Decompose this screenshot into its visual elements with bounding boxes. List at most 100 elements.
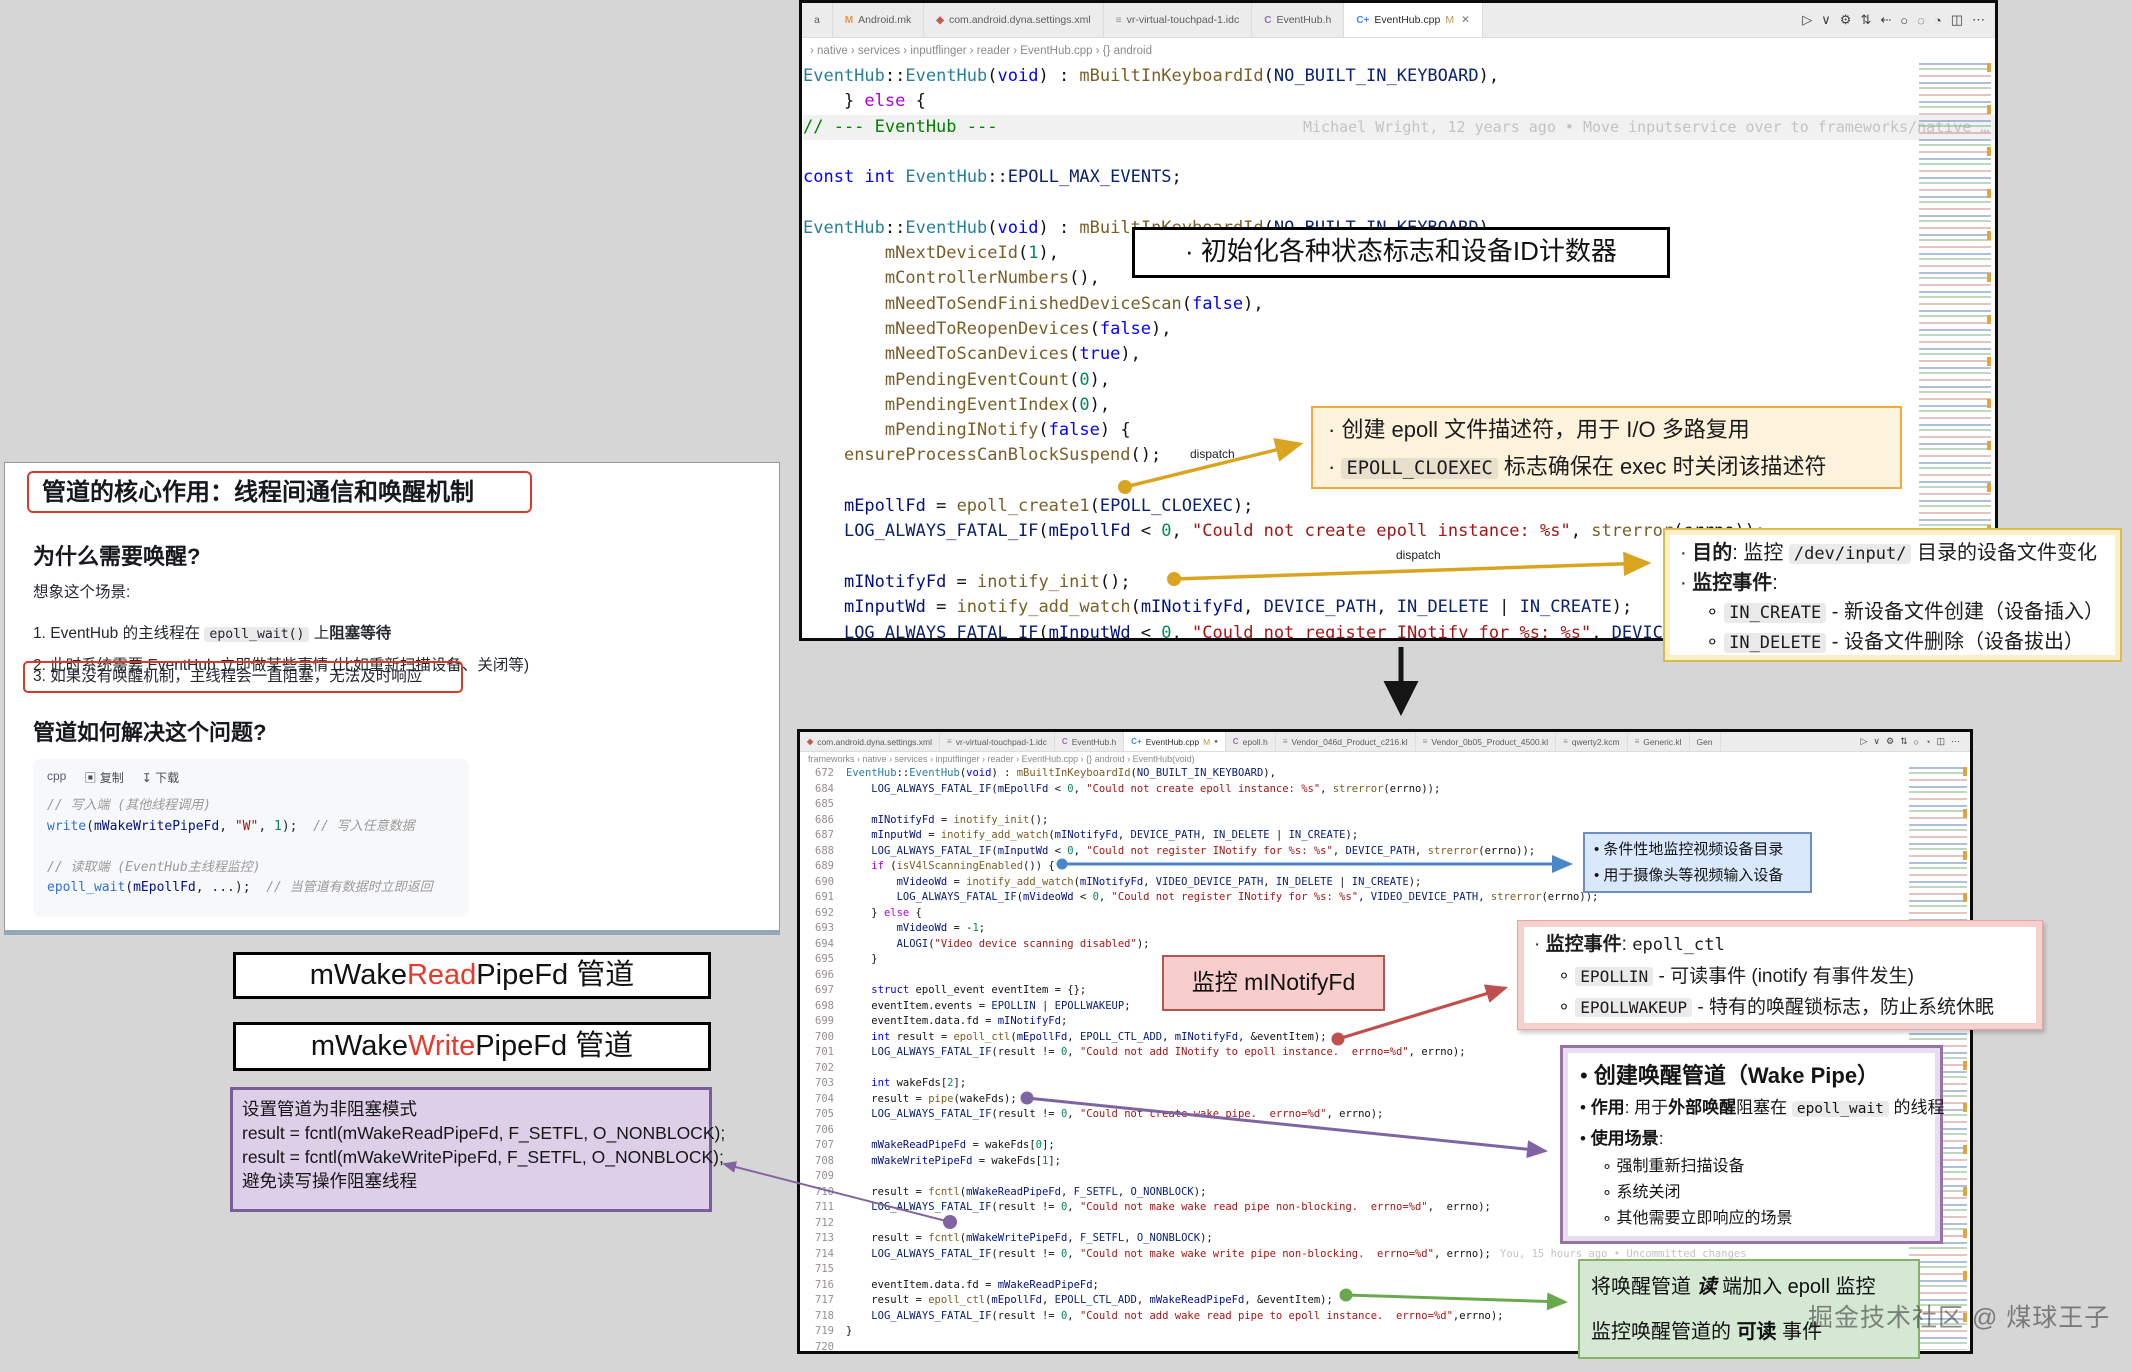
line-number: 687 [800,828,846,844]
line-number: 690 [800,875,846,891]
more-actions-icon[interactable]: ⋯ [1972,12,1985,28]
line-number: 696 [800,968,846,984]
wake-write-pipe-label: mWakeWritePipeFd 管道 [233,1022,711,1071]
tab-label: EventHub.h [1276,14,1331,26]
line-number: 704 [800,1092,846,1108]
callout-line: ∘ IN_CREATE - 新设备文件创建（设备插入） [1680,598,2105,628]
nonblocking-note-box: 设置管道为非阻塞模式 result = fcntl(mWakeReadPipeF… [230,1087,712,1212]
breadcrumb[interactable]: frameworks › native › services › inputfl… [800,752,1970,766]
callout-line: ∘ 强制重新扫描设备 [1580,1154,1923,1180]
file-type-icon: ≡ [1283,737,1288,746]
line-number: 700 [800,1030,846,1046]
tab-label: qwerty2.kcm [1572,737,1620,747]
callout-line: ∘ 系统关闭 [1580,1180,1923,1206]
file-type-icon: ≡ [1563,737,1568,746]
circle-icon[interactable]: ○ [1914,737,1919,747]
tab-a[interactable]: a [802,3,833,37]
line-number: 684 [800,782,846,798]
line-number: 715 [800,1262,846,1278]
code-line: mNeedToSendFinishedDeviceScan(false), [803,292,1995,317]
gear-icon[interactable]: ⚙ [1886,736,1894,747]
code-snippet-card: cpp ▣ 复制 ↧ 下载 // 写入端 (其他线程调用) write(mWak… [33,759,469,917]
code-line: 700 int result = epoll_ctl(mEpollFd, EPO… [800,1030,1970,1046]
bottom-editor-toolbar: ▷ ∨ ⚙ ⇅ ○ ◔ ◫ ⋯ [1850,732,1970,751]
wake-pipe-callout-box: • 创建唤醒管道（Wake Pipe） • 作用: 用于外部唤醒阻塞在 epol… [1560,1045,1943,1244]
run-icon[interactable]: ▷ [1860,736,1867,747]
top-editor-tabs: a MAndroid.mk◆com.android.dyna.settings.x… [802,3,1483,37]
source-control-icon[interactable]: ⇅ [1860,12,1871,28]
file-type-icon: ≡ [947,737,952,746]
file-type-icon: ≡ [1423,737,1428,746]
code-line: } else { [803,89,1995,114]
breadcrumb[interactable]: › native › services › inputflinger › rea… [802,38,1995,64]
callout-line: · 创建 epoll 文件描述符，用于 I/O 多路复用 [1328,411,1885,448]
gear-icon[interactable]: ⚙ [1840,12,1852,28]
bottom-editor-tabs: ◆com.android.dyna.settings.xml≡vr-virtua… [800,732,1721,751]
tab-label: a [814,14,820,26]
tab-Gen[interactable]: Gen [1690,732,1721,751]
tab-Android.mk[interactable]: MAndroid.mk [833,3,924,37]
tab-label: Android.mk [858,14,911,26]
tab-Generic.kl[interactable]: ≡Generic.kl [1628,732,1690,751]
circle-dim-icon[interactable]: ◌ [1917,13,1925,28]
close-icon[interactable]: ✕ [1461,14,1470,26]
notes-scene-label: 想象这个场景: [33,580,130,602]
git-blame-annotation: Michael Wright, 12 years ago • Move inpu… [1303,115,1989,140]
tab-com.android.dyna.settings.xml[interactable]: ◆com.android.dyna.settings.xml [924,3,1104,37]
video-monitor-callout-box: • 条件性地监控视频设备目录 • 用于摄像头等视频输入设备 [1583,832,1812,893]
file-type-icon: C [1264,15,1271,26]
line-number: 691 [800,890,846,906]
split-editor-icon[interactable]: ◫ [1951,12,1963,28]
tab-qwerty2.kcm[interactable]: ≡ qwerty2.kcm [1556,732,1627,751]
run-dropdown-icon[interactable]: ∨ [1873,736,1880,747]
file-type-icon: C+ [1356,15,1369,26]
callout-line: · EPOLL_CLOEXEC 标志确保在 exec 时关闭该描述符 [1328,448,1885,487]
bottom-editor-tabbar: ◆com.android.dyna.settings.xml≡vr-virtua… [800,732,1970,752]
tab-EventHub.h[interactable]: CEventHub.h [1055,732,1124,751]
code-line: const int EventHub::EPOLL_MAX_EVENTS; [803,165,1995,190]
tab-EventHub.cpp[interactable]: C+EventHub.cppM● [1124,732,1226,751]
tab-EventHub.cpp[interactable]: C+EventHub.cppM✕ [1344,3,1483,37]
tab-vr-virtual-touchpad-1.idc[interactable]: ≡vr-virtual-touchpad-1.idc [1104,3,1252,37]
tab-label: Generic.kl [1643,737,1681,747]
back-icon[interactable]: ⇠ [1880,12,1891,28]
code-line: mNeedToScanDevices(true), [803,342,1995,367]
download-button[interactable]: ↧ 下载 [142,769,179,786]
file-type-icon: ≡ [1116,15,1122,26]
run-circle-icon[interactable]: ◔ [1925,737,1930,747]
code-line: 685 [800,797,1970,813]
file-type-icon: ◆ [807,737,813,746]
snippet-language-label: cpp [47,769,66,786]
code-line: 686 mINotifyFd = inotify_init(); [800,813,1970,829]
notes-heading-how: 管道如何解决这个问题? [33,715,266,747]
file-type-icon: C [1233,737,1239,746]
split-editor-icon[interactable]: ◫ [1936,736,1945,747]
tab-Vendor_0b05_Product_4500.kl[interactable]: ≡Vendor_0b05_Product_4500.kl [1416,732,1556,751]
line-number: 698 [800,999,846,1015]
epoll-events-callout-box: · 监控事件: epoll_ctl ∘ EPOLLIN - 可读事件 (inot… [1517,920,2043,1030]
copy-button[interactable]: ▣ 复制 [84,769,123,786]
code-line: 692 } else { [800,906,1970,922]
callout-line: ∘ EPOLLIN - 可读事件 (inotify 有事件发生) [1534,961,2026,992]
copy-icon: ▣ [84,771,96,785]
line-number: 708 [800,1154,846,1170]
more-actions-icon[interactable]: ⋯ [1951,736,1960,747]
run-circle-icon[interactable]: ◔ [1934,13,1942,28]
run-dropdown-icon[interactable]: ∨ [1821,12,1831,28]
top-editor-toolbar: ▷ ∨ ⚙ ⇅ ⇠ ○ ◌ ◔ ◫ ⋯ [1792,3,1995,37]
line-number: 719 [800,1324,846,1340]
tab-EventHub.h[interactable]: C EventHub.h [1252,3,1344,37]
source-control-icon[interactable]: ⇅ [1900,736,1908,747]
tab-vr-virtual-touchpad-1.idc[interactable]: ≡vr-virtual-touchpad-1.idc [940,732,1055,751]
tab-Vendor_046d_Product_c216.kl[interactable]: ≡Vendor_046d_Product_c216.kl [1276,732,1416,751]
tab-com.android.dyna.settings.xml[interactable]: ◆com.android.dyna.settings.xml [800,732,940,751]
tab-epoll.h[interactable]: Cepoll.h [1226,732,1276,751]
circle-icon[interactable]: ○ [1900,13,1908,28]
run-icon[interactable]: ▷ [1802,12,1812,28]
line-number: 702 [800,1061,846,1077]
line-number: 716 [800,1278,846,1294]
line-number: 701 [800,1045,846,1061]
line-number: 685 [800,797,846,813]
code-line: mPendingEventCount(0), [803,368,1995,393]
epoll-create-callout-box: · 创建 epoll 文件描述符，用于 I/O 多路复用 · EPOLL_CLO… [1311,406,1902,489]
